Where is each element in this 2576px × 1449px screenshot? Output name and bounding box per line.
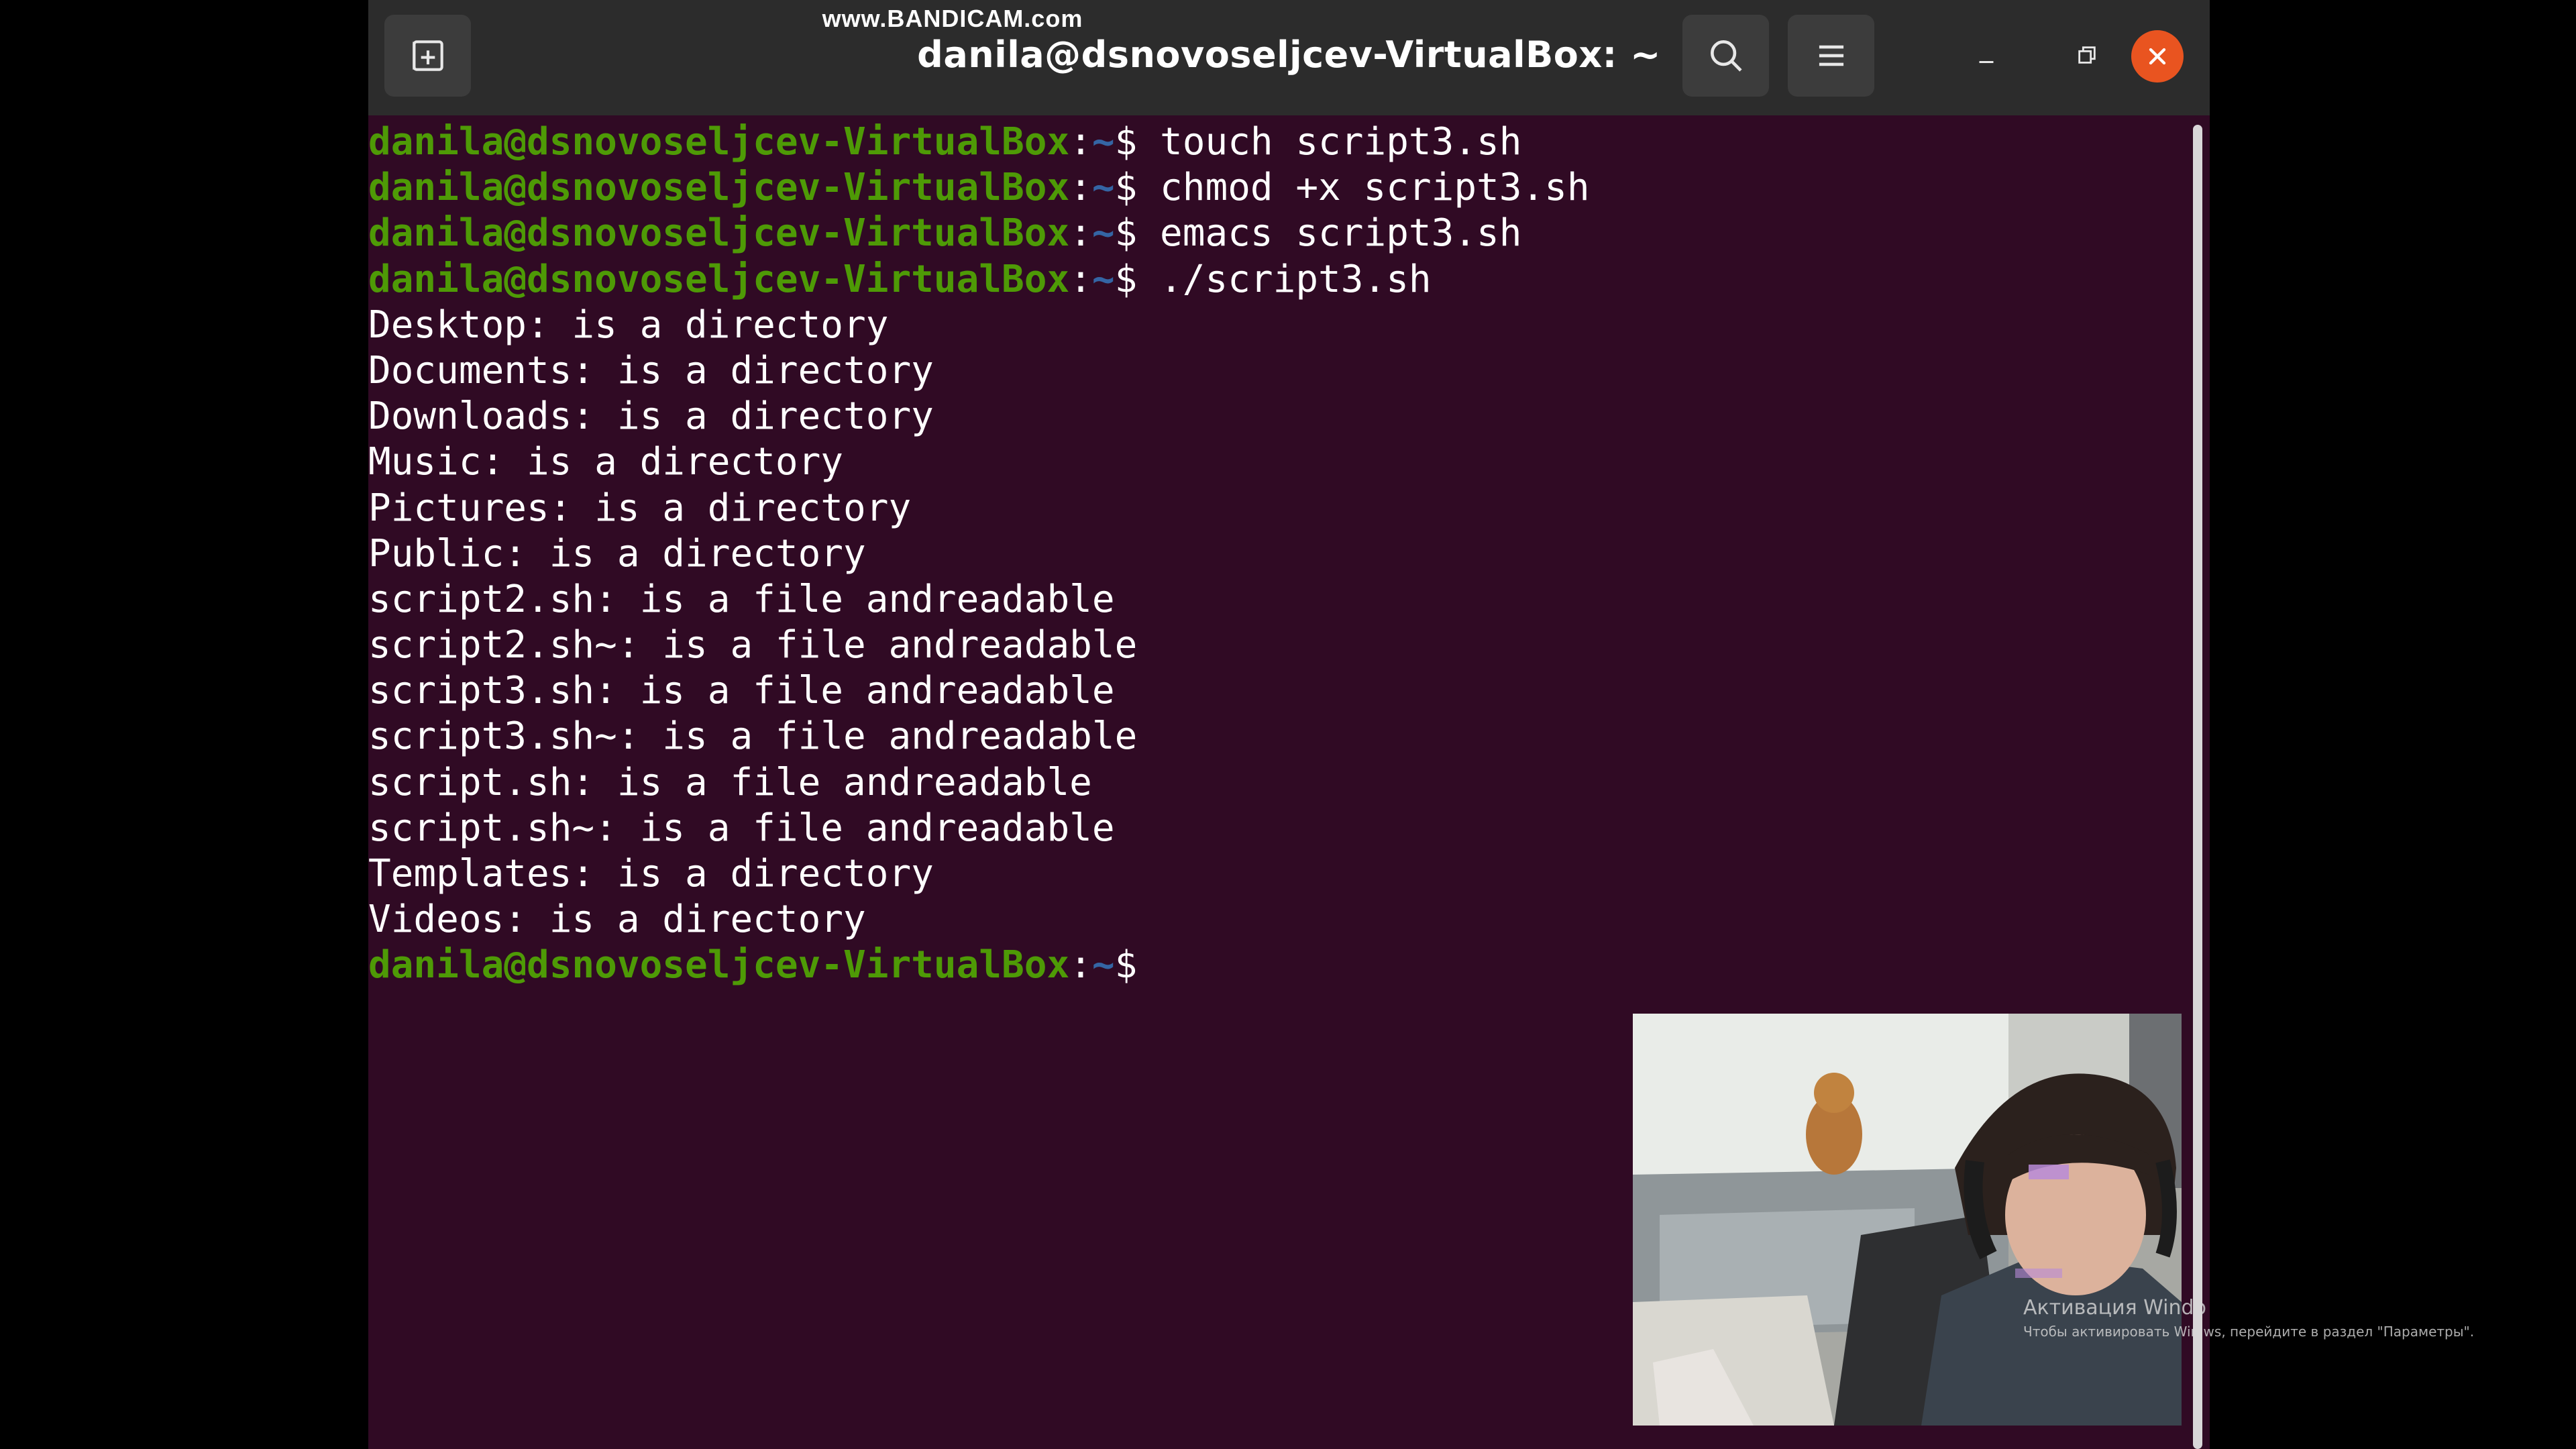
hamburger-menu-icon — [1819, 45, 1843, 66]
command-text: ./script3.sh — [1137, 257, 1432, 301]
terminal-output-line: Videos: is a directory — [368, 898, 866, 942]
command-text: emacs script3.sh — [1137, 211, 1522, 256]
minimize-icon — [1979, 61, 1994, 63]
prompt-path: ~ — [1091, 257, 1115, 301]
windows-activation-notice: Активация Windo Чтобы активировать Win w… — [2023, 1295, 2474, 1342]
terminal-output-line: Downloads: is a directory — [368, 394, 934, 439]
prompt-user: danila@dsnovoseljcev-VirtualBox — [368, 257, 1070, 301]
prompt-symbol: $ — [1114, 166, 1138, 210]
prompt-path: ~ — [1091, 120, 1115, 164]
prompt-symbol: $ — [1114, 257, 1138, 301]
prompt-colon: : — [1069, 120, 1092, 164]
terminal-prompt-line: danila@dsnovoseljcev-VirtualBox:~$ touch… — [368, 119, 2173, 165]
webcam-overlay — [1633, 1014, 2182, 1426]
terminal-prompt-line: danila@dsnovoseljcev-VirtualBox:~$ emacs… — [368, 211, 2173, 256]
prompt-path: ~ — [1091, 211, 1115, 256]
terminal-prompt-line: danila@dsnovoseljcev-VirtualBox:~$ chmod… — [368, 165, 2173, 211]
close-icon — [2149, 48, 2166, 65]
terminal-output-line: script3.sh~: is a file andreadable — [368, 714, 1138, 759]
terminal-output-line: script.sh: is a file andreadable — [368, 760, 1092, 804]
terminal-output-line: script2.sh: is a file andreadable — [368, 577, 1115, 621]
terminal-output-line: script2.sh~: is a file andreadable — [368, 623, 1138, 667]
webcam-image — [1633, 1014, 2182, 1426]
terminal-output-line: Public: is a directory — [368, 531, 866, 576]
prompt-colon: : — [1069, 943, 1092, 987]
prompt-user: danila@dsnovoseljcev-VirtualBox — [368, 211, 1070, 256]
terminal-output-line: Desktop: is a directory — [368, 303, 889, 347]
prompt-colon: : — [1069, 166, 1092, 210]
prompt-path: ~ — [1091, 943, 1115, 987]
minimize-button[interactable] — [1960, 28, 2013, 82]
command-text: chmod +x script3.sh — [1137, 166, 1590, 210]
prompt-user: danila@dsnovoseljcev-VirtualBox — [368, 943, 1070, 987]
terminal-prompt-line: danila@dsnovoseljcev-VirtualBox:~$ ./scr… — [368, 257, 2173, 303]
terminal-output-line: script3.sh: is a file andreadable — [368, 669, 1115, 713]
window-title: danila@dsnovoseljcev-VirtualBox: ~ — [917, 34, 1661, 76]
prompt-symbol: $ — [1114, 211, 1138, 256]
prompt-path: ~ — [1091, 166, 1115, 210]
menu-button[interactable] — [1788, 15, 1874, 97]
terminal-output-line: script.sh~: is a file andreadable — [368, 806, 1115, 850]
restore-icon — [2078, 46, 2096, 64]
search-button[interactable] — [1682, 15, 1769, 97]
terminal-output-line: Music: is a directory — [368, 440, 844, 484]
terminal-prompt-line: danila@dsnovoseljcev-VirtualBox:~$ — [368, 943, 2173, 988]
prompt-symbol: $ — [1114, 120, 1138, 164]
prompt-user: danila@dsnovoseljcev-VirtualBox — [368, 120, 1070, 164]
scrollbar[interactable] — [2193, 125, 2202, 1449]
terminal-output-line: Templates: is a directory — [368, 852, 934, 896]
prompt-symbol: $ — [1114, 943, 1138, 987]
prompt-user: danila@dsnovoseljcev-VirtualBox — [368, 166, 1070, 210]
terminal-output-line: Documents: is a directory — [368, 348, 934, 392]
prompt-colon: : — [1069, 211, 1092, 256]
terminal-output-line: Pictures: is a directory — [368, 486, 912, 530]
bandicam-watermark: www.BANDICAM.com — [822, 5, 1083, 32]
close-button[interactable] — [2131, 30, 2184, 83]
restore-button[interactable] — [2060, 28, 2114, 82]
prompt-colon: : — [1069, 257, 1092, 301]
title-bar: danila@dsnovoseljcev-VirtualBox: ~ — [368, 0, 2210, 115]
command-text: touch script3.sh — [1137, 120, 1522, 164]
activation-subtitle: Чтобы активировать Win ws, перейдите в р… — [2023, 1324, 2475, 1340]
activation-title: Активация Windo — [2023, 1296, 2206, 1320]
search-icon — [1710, 40, 1742, 72]
